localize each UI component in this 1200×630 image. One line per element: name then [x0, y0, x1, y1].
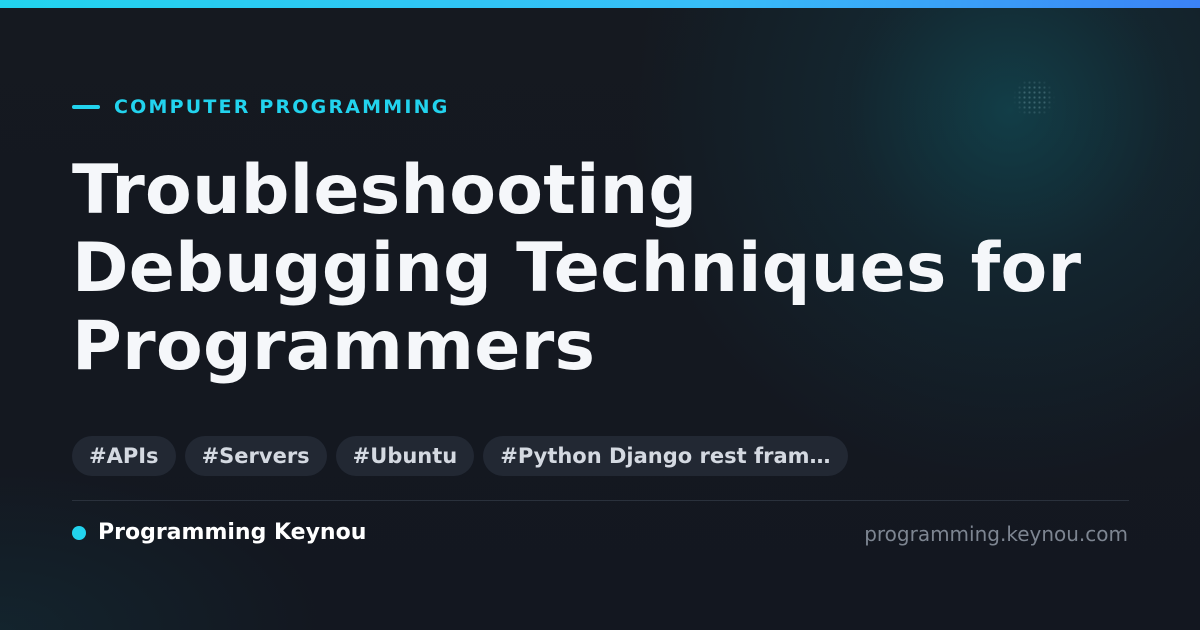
- accent-top-bar: [0, 0, 1200, 8]
- footer-divider: [72, 500, 1129, 501]
- title-line: Debugging Techniques for: [72, 229, 1082, 308]
- brand-dot-icon: [72, 526, 86, 540]
- tag-python-django[interactable]: #Python Django rest fram…: [483, 436, 848, 476]
- title-line: Programmers: [72, 307, 596, 386]
- category-header: COMPUTER PROGRAMMING: [72, 94, 450, 120]
- dot-pattern-decoration: [1012, 80, 1056, 116]
- tag-apis[interactable]: #APIs: [72, 436, 176, 476]
- category-accent-line: [72, 105, 100, 109]
- title-line: Troubleshooting: [72, 151, 698, 230]
- site-url[interactable]: programming.keynou.com: [864, 520, 1128, 548]
- category-label: COMPUTER PROGRAMMING: [114, 96, 450, 118]
- share-card: COMPUTER PROGRAMMING Troubleshooting Debu…: [0, 0, 1200, 630]
- tag-servers[interactable]: #Servers: [184, 436, 327, 476]
- tag-ubuntu[interactable]: #Ubuntu: [335, 436, 475, 476]
- brand: Programming Keynou: [72, 519, 366, 547]
- brand-name: Programming Keynou: [98, 520, 367, 545]
- page-title: Troubleshooting Debugging Techniques for P…: [72, 152, 1132, 386]
- tag-list: #APIs #Servers #Ubuntu #Python Django re…: [72, 436, 848, 476]
